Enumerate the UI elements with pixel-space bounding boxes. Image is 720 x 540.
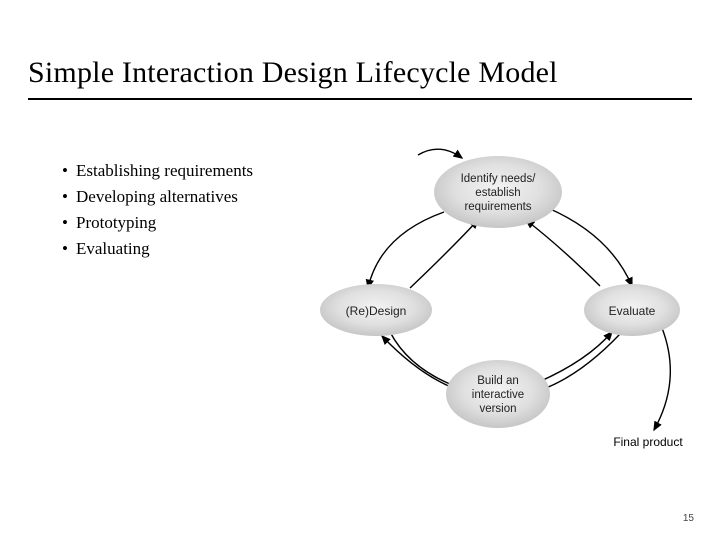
bullet-icon: •: [62, 159, 68, 183]
list-item: • Prototyping: [62, 210, 253, 236]
arrow-redesign-to-identify: [410, 220, 478, 288]
arrow-identify-to-evaluate: [548, 208, 632, 286]
bullet-text: Establishing requirements: [76, 159, 253, 183]
bullet-text: Developing alternatives: [76, 185, 238, 209]
node-evaluate: Evaluate: [584, 284, 680, 336]
arrow-entry: [418, 149, 462, 158]
arrow-evaluate-to-final: [654, 328, 670, 430]
list-item: • Establishing requirements: [62, 158, 253, 184]
arrow-redesign-to-build: [390, 332, 460, 388]
node-identify-line2: establish: [475, 187, 520, 199]
node-identify-line1: Identify needs/: [461, 173, 537, 185]
arrow-evaluate-to-identify: [526, 220, 600, 286]
bullet-list: • Establishing requirements • Developing…: [62, 158, 253, 262]
node-redesign-text: (Re)Design: [346, 304, 407, 318]
node-build-line1: Build an: [477, 375, 519, 387]
arrow-identify-to-redesign: [368, 212, 444, 288]
node-redesign: (Re)Design: [320, 284, 432, 336]
diagram-svg: Identify needs/ establish requirements (…: [300, 140, 700, 460]
final-product-label: Final product: [613, 435, 683, 449]
bullet-icon: •: [62, 237, 68, 261]
node-evaluate-text: Evaluate: [609, 304, 656, 318]
title-rule: [28, 98, 692, 100]
bullet-text: Prototyping: [76, 211, 156, 235]
arrow-build-to-evaluate: [534, 332, 612, 384]
list-item: • Evaluating: [62, 236, 253, 262]
node-build: Build an interactive version: [446, 360, 550, 428]
node-identify-line3: requirements: [464, 201, 531, 213]
node-build-line2: interactive: [472, 389, 524, 401]
node-build-line3: version: [479, 403, 516, 415]
node-identify: Identify needs/ establish requirements: [434, 156, 562, 228]
list-item: • Developing alternatives: [62, 184, 253, 210]
bullet-text: Evaluating: [76, 237, 150, 261]
slide-title: Simple Interaction Design Lifecycle Mode…: [28, 56, 558, 90]
lifecycle-diagram: Identify needs/ establish requirements (…: [300, 140, 700, 460]
page-number: 15: [683, 513, 694, 524]
bullet-icon: •: [62, 211, 68, 235]
bullet-icon: •: [62, 185, 68, 209]
